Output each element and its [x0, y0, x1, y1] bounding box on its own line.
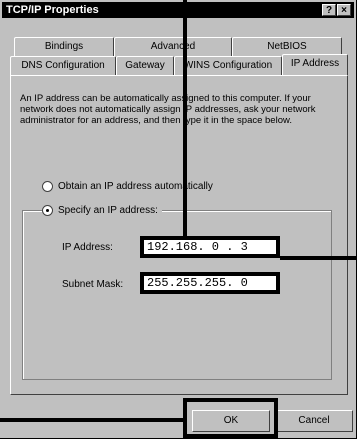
tcpip-properties-dialog: TCP/IP Properties ? × Bindings Advanced …	[0, 0, 357, 439]
specify-ip-option[interactable]: Specify an IP address:	[42, 205, 162, 216]
ok-highlight-box	[183, 398, 278, 438]
obtain-ip-label: Obtain an IP address automatically	[58, 181, 213, 192]
obtain-ip-option[interactable]: Obtain an IP address automatically	[42, 181, 213, 192]
specify-ip-label: Specify an IP address:	[58, 205, 158, 216]
close-button[interactable]: ×	[337, 4, 351, 16]
specify-ip-radio[interactable]	[42, 205, 53, 216]
window-title: TCP/IP Properties	[6, 4, 99, 16]
callout-line-subnet	[280, 256, 357, 260]
help-button[interactable]: ?	[322, 4, 336, 16]
tab-ip-address[interactable]: IP Address	[282, 54, 348, 75]
tab-bindings[interactable]: Bindings	[14, 37, 114, 56]
title-bar: TCP/IP Properties ? ×	[2, 2, 354, 18]
ip-address-label: IP Address:	[62, 242, 113, 253]
tab-dns-configuration[interactable]: DNS Configuration	[10, 56, 116, 75]
subnet-mask-input[interactable]: 255.255.255. 0	[140, 272, 280, 294]
tab-gateway[interactable]: Gateway	[116, 56, 174, 75]
obtain-ip-radio[interactable]	[42, 181, 53, 192]
subnet-mask-label: Subnet Mask:	[62, 279, 124, 290]
callout-line-ip	[183, 0, 187, 238]
callout-line-ok	[0, 418, 183, 422]
ip-address-input[interactable]: 192.168. 0 . 3	[140, 236, 280, 258]
description-text: An IP address can be automatically assig…	[20, 93, 316, 126]
tab-advanced[interactable]: Advanced	[114, 37, 232, 56]
tab-wins-configuration[interactable]: WINS Configuration	[174, 56, 282, 75]
cancel-button[interactable]: Cancel	[275, 410, 353, 432]
